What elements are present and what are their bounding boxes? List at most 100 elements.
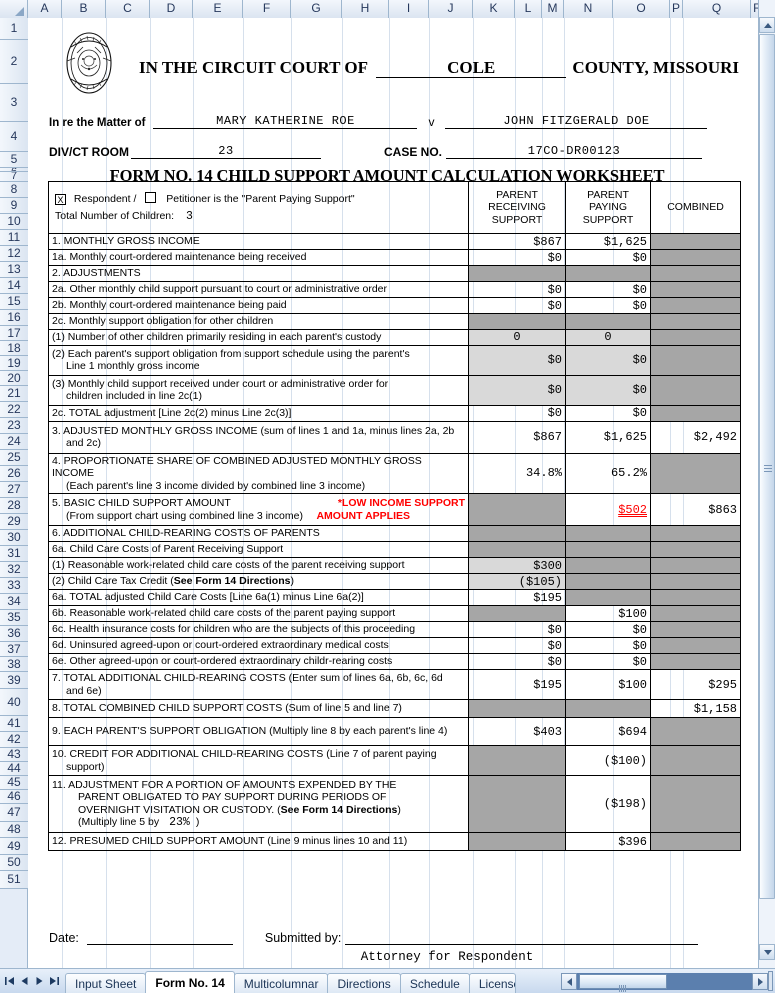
scroll-right-arrow-icon[interactable] [752, 972, 768, 990]
column-header-a[interactable]: A [28, 0, 62, 18]
row-header-31[interactable]: 31 [0, 546, 28, 562]
scroll-down-arrow-icon[interactable] [759, 944, 775, 960]
row-header-48[interactable]: 48 [0, 822, 28, 838]
row-header-32[interactable]: 32 [0, 562, 28, 578]
row-header-25[interactable]: 25 [0, 450, 28, 466]
column-header-l[interactable]: L [515, 0, 542, 18]
value-parent-paying-l5[interactable]: $502 [565, 493, 651, 526]
value-parent-receiving-l6e[interactable]: $0 [468, 653, 566, 670]
value-parent-receiving-l4[interactable]: 34.8% [468, 452, 566, 494]
row-header-41[interactable]: 41 [0, 716, 28, 732]
column-header-p[interactable]: P [670, 0, 683, 18]
last-sheet-icon[interactable] [48, 974, 61, 988]
row-header-12[interactable]: 12 [0, 246, 28, 262]
row-header-24[interactable]: 24 [0, 434, 28, 450]
value-parent-receiving-l1a[interactable]: $0 [468, 249, 566, 266]
row-header-13[interactable]: 13 [0, 262, 28, 278]
value-parent-receiving-l6atot[interactable]: $195 [468, 589, 566, 606]
horizontal-scroll-track[interactable] [577, 972, 752, 992]
value-parent-paying-l1[interactable]: $1,625 [565, 233, 651, 250]
row-header-35[interactable]: 35 [0, 610, 28, 626]
column-header-h[interactable]: H [342, 0, 389, 18]
vertical-scroll-thumb[interactable] [759, 34, 775, 899]
row-header-9[interactable]: 9 [0, 198, 28, 214]
column-header-i[interactable]: I [389, 0, 429, 18]
value-parent-paying-l9[interactable]: $694 [565, 717, 651, 746]
worksheet-canvas[interactable]: IN THE CIRCUIT COURT OF COLE COUNTY, MIS… [29, 18, 745, 968]
value-combined-l8[interactable]: $1,158 [650, 699, 741, 718]
value-combined-l7[interactable]: $295 [650, 669, 741, 700]
row-header-47[interactable]: 47 [0, 804, 28, 822]
row-header-5[interactable]: 5 [0, 152, 28, 168]
row-header-23[interactable]: 23 [0, 418, 28, 434]
column-header-q[interactable]: Q [683, 0, 751, 18]
row-header-46[interactable]: 46 [0, 790, 28, 804]
row-header-42[interactable]: 42 [0, 732, 28, 748]
value-parent-paying-l10[interactable]: ($100) [565, 745, 651, 776]
value-combined-l3[interactable]: $2,492 [650, 420, 741, 454]
value-parent-paying-l6d[interactable]: $0 [565, 637, 651, 654]
horizontal-scrollbar[interactable] [561, 971, 773, 992]
row-header-22[interactable]: 22 [0, 402, 28, 418]
value-parent-paying-l2c3[interactable]: $0 [565, 374, 651, 406]
row-header-27[interactable]: 27 [0, 482, 28, 498]
row-header-7[interactable]: 7 [0, 172, 28, 182]
row-header-14[interactable]: 14 [0, 278, 28, 294]
row-header-17[interactable]: 17 [0, 326, 28, 341]
row-header-40[interactable]: 40 [0, 689, 28, 716]
row-header-43[interactable]: 43 [0, 748, 28, 762]
sheet-tab-license[interactable]: License [468, 972, 516, 993]
value-parent-receiving-l2c1[interactable]: 0 [468, 329, 566, 346]
row-header-20[interactable]: 20 [0, 371, 28, 386]
row-header-51[interactable]: 51 [0, 871, 28, 889]
value-parent-receiving-l2b[interactable]: $0 [468, 297, 566, 314]
row-header-30[interactable]: 30 [0, 530, 28, 546]
row-header-49[interactable]: 49 [0, 838, 28, 855]
row-header-45[interactable]: 45 [0, 776, 28, 790]
sheet-tab-input-sheet[interactable]: Input Sheet [65, 972, 147, 993]
value-parent-paying-l11[interactable]: ($198) [565, 775, 651, 833]
row-header-2[interactable]: 2 [0, 40, 28, 84]
next-sheet-icon[interactable] [33, 974, 46, 988]
row-header-10[interactable]: 10 [0, 214, 28, 230]
sheet-tab-form-no-14[interactable]: Form No. 14 [145, 970, 235, 993]
row-header-39[interactable]: 39 [0, 672, 28, 689]
petitioner-field[interactable]: MARY KATHERINE ROE [153, 114, 418, 129]
value-parent-receiving-l2c3[interactable]: $0 [468, 374, 566, 406]
division-field[interactable]: 23 [131, 144, 321, 159]
value-parent-receiving-l6d[interactable]: $0 [468, 637, 566, 654]
column-header-e[interactable]: E [193, 0, 243, 18]
sheet-tab-directions[interactable]: Directions [327, 972, 401, 993]
value-parent-receiving-l1[interactable]: $867 [468, 233, 566, 250]
scroll-left-arrow-icon[interactable] [561, 972, 577, 990]
row-header-16[interactable]: 16 [0, 310, 28, 326]
row-header-4[interactable]: 4 [0, 122, 28, 152]
column-header-n[interactable]: N [564, 0, 613, 18]
value-parent-paying-l12[interactable]: $396 [565, 832, 651, 851]
select-all-corner[interactable] [0, 0, 28, 18]
split-handle[interactable] [768, 971, 773, 991]
scroll-up-arrow-icon[interactable] [759, 17, 775, 33]
date-field[interactable] [86, 930, 233, 945]
column-header-j[interactable]: J [429, 0, 473, 18]
column-header-o[interactable]: O [613, 0, 670, 18]
value-parent-paying-l2b[interactable]: $0 [565, 297, 651, 314]
value-parent-paying-l2c2[interactable]: $0 [565, 344, 651, 376]
vertical-scrollbar[interactable] [758, 0, 775, 968]
county-field[interactable]: COLE [375, 58, 567, 78]
value-parent-receiving-l2a[interactable]: $0 [468, 281, 566, 298]
value-parent-receiving-l7[interactable]: $195 [468, 669, 566, 700]
value-parent-paying-l2a[interactable]: $0 [565, 281, 651, 298]
value-parent-receiving-l6a2[interactable]: ($105) [468, 573, 566, 590]
row-header-18[interactable]: 18 [0, 341, 28, 356]
row-header-50[interactable]: 50 [0, 855, 28, 871]
sheet-tab-multicolumnar[interactable]: Multicolumnar [233, 972, 329, 993]
children-count-value[interactable]: 3 [186, 210, 193, 223]
value-parent-paying-l2ctot[interactable]: $0 [565, 404, 651, 422]
value-parent-paying-l3[interactable]: $1,625 [565, 420, 651, 454]
row-header-3[interactable]: 3 [0, 84, 28, 122]
value-parent-receiving-l3[interactable]: $867 [468, 420, 566, 454]
row-header-29[interactable]: 29 [0, 514, 28, 530]
petitioner-checkbox[interactable] [145, 192, 157, 203]
value-parent-receiving-l6c[interactable]: $0 [468, 621, 566, 638]
